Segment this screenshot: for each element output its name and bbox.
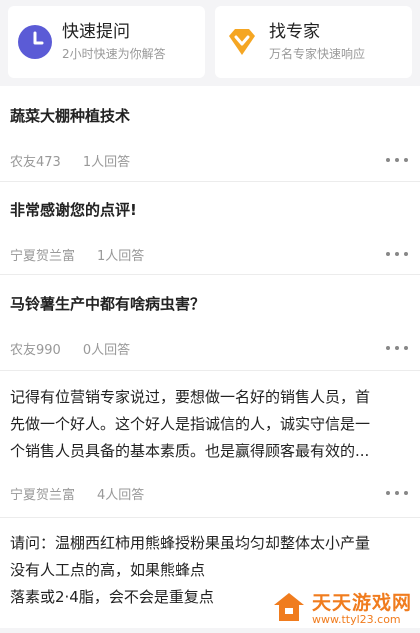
answer-count: 4人回答: [97, 487, 145, 503]
quick-entry-cards: 快速提问 2小时快速为你解答 找专家 万名专家快速响应: [0, 0, 420, 86]
find-expert-card[interactable]: 找专家 万名专家快速响应: [215, 6, 412, 78]
question-line: 个销售人员具备的基本素质。也是赢得顾客最有效的...: [10, 442, 370, 460]
question-line: 请问：温棚西红柿用熊蜂授粉果虽均匀却整体太小产量: [10, 534, 371, 552]
question-title: 蔬菜大棚种植技术: [10, 107, 131, 125]
answer-count: 0人回答: [82, 342, 131, 358]
site-watermark: 天天游戏网 www.ttyl23.com: [272, 591, 412, 627]
item-meta: 农友473 1人回答: [10, 148, 410, 172]
list-item[interactable]: 马铃薯生产中都有啥病虫害？ 农友990 0人回答: [0, 275, 420, 371]
watermark-logo-icon: [272, 591, 306, 627]
question-line: 先做一个好人。这个好人是指诚信的人，诚实守信是一: [10, 415, 371, 433]
question-line: 没有人工点的高，如果熊蜂点: [10, 561, 206, 579]
diamond-icon: [225, 25, 259, 59]
more-options-icon[interactable]: [384, 244, 410, 264]
answer-count: 1人回答: [97, 248, 145, 264]
item-meta: 宁夏贺兰富 4人回答: [10, 481, 410, 505]
quick-ask-title: 快速提问: [62, 22, 130, 42]
find-expert-title: 找专家: [269, 22, 320, 42]
list-item[interactable]: 非常感谢您的点评! 宁夏贺兰富 1人回答: [0, 182, 420, 275]
author-name: 宁夏贺兰富: [10, 487, 76, 503]
more-options-icon[interactable]: [384, 483, 410, 503]
author-name: 农友473: [10, 154, 61, 170]
quick-ask-card[interactable]: 快速提问 2小时快速为你解答: [8, 6, 205, 78]
question-title: 非常感谢您的点评!: [10, 201, 137, 219]
author-name: 农友990: [10, 342, 61, 358]
item-meta: 农友990 0人回答: [10, 336, 410, 360]
quick-ask-subtitle: 2小时快速为你解答: [62, 47, 166, 61]
answer-count: 1人回答: [82, 154, 131, 170]
item-meta: 宁夏贺兰富 1人回答: [10, 242, 410, 266]
question-title: 马铃薯生产中都有啥病虫害？: [10, 295, 206, 313]
list-item[interactable]: 记得有位营销专家说过，要想做一名好的销售人员，首 先做一个好人。这个好人是指诚信…: [0, 371, 420, 518]
more-options-icon[interactable]: [384, 150, 410, 170]
question-line: 记得有位营销专家说过，要想做一名好的销售人员，首: [10, 388, 371, 406]
watermark-url: www.ttyl23.com: [311, 612, 401, 626]
question-feed: 蔬菜大棚种植技术 农友473 1人回答 非常感谢您的点评! 宁夏贺兰富 1人回答…: [0, 86, 420, 628]
more-options-icon[interactable]: [384, 338, 410, 358]
watermark-title: 天天游戏网: [311, 591, 412, 614]
author-name: 宁夏贺兰富: [10, 248, 76, 264]
find-expert-subtitle: 万名专家快速响应: [269, 47, 366, 61]
clock-icon: [18, 25, 52, 59]
list-item[interactable]: 蔬菜大棚种植技术 农友473 1人回答: [0, 86, 420, 182]
